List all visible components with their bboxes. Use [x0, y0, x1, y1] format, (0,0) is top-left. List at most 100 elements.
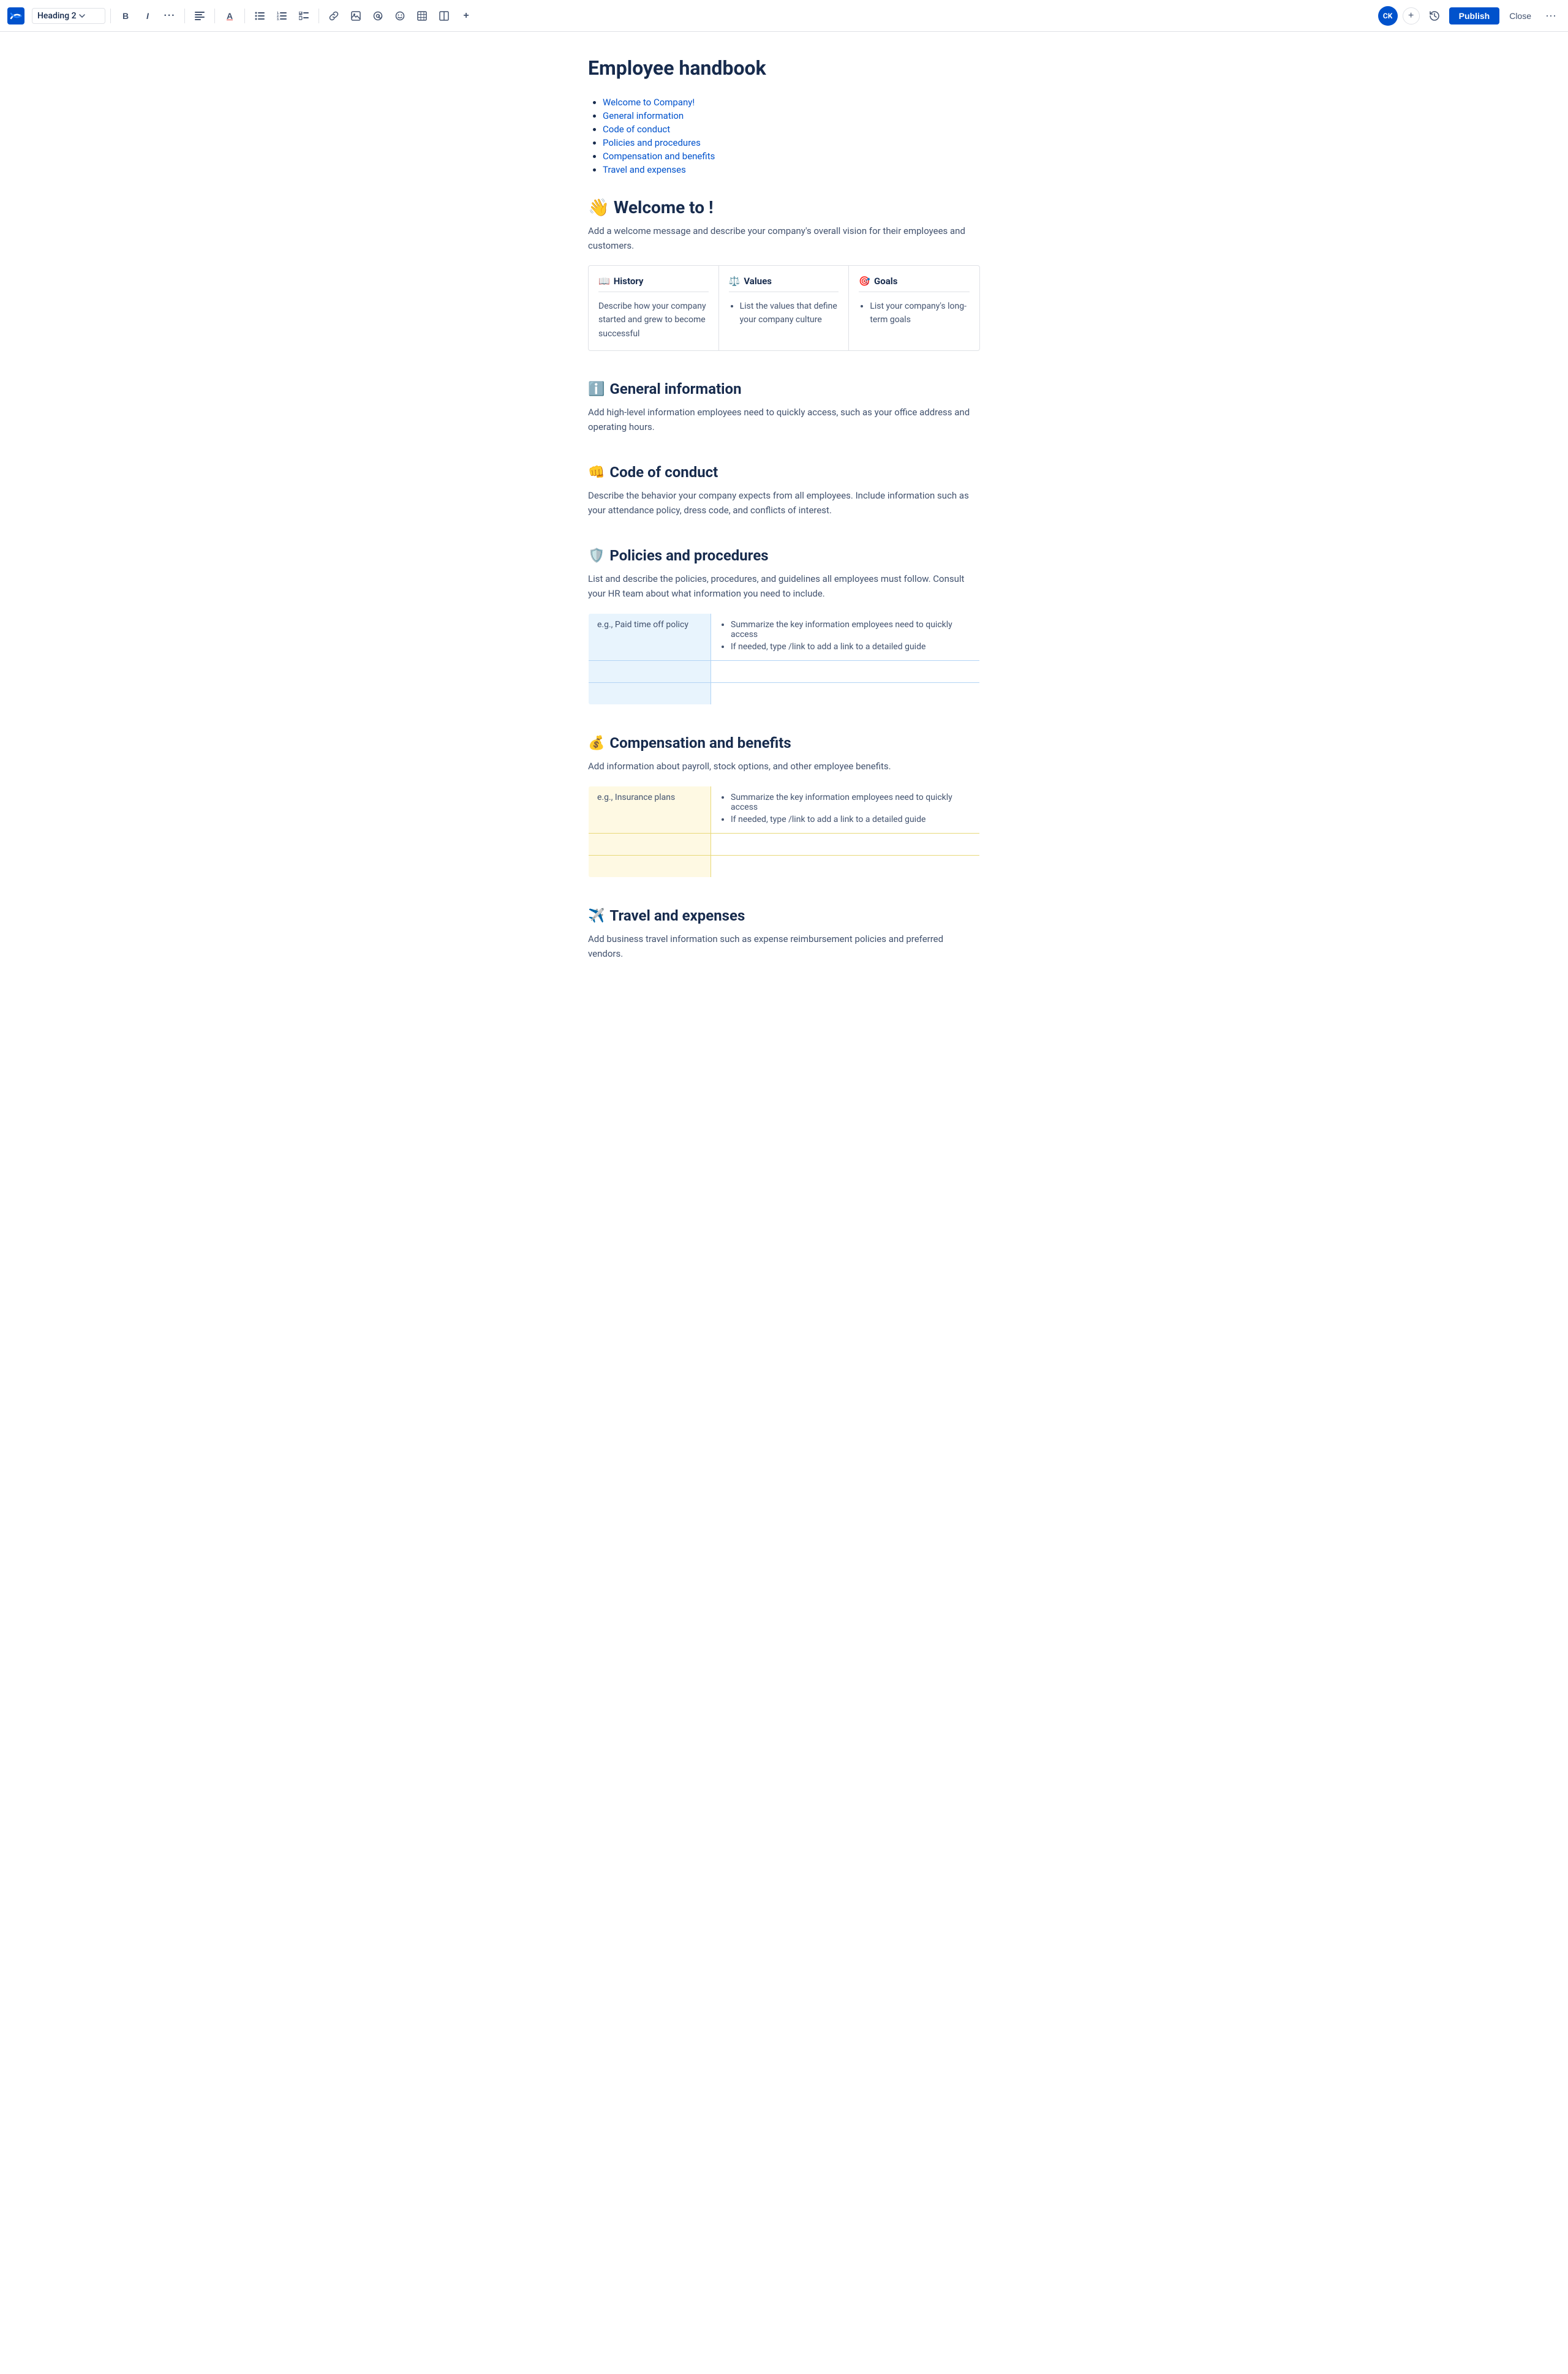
goals-item-1: List your company's long-term goals — [870, 300, 970, 327]
italic-button[interactable]: I — [138, 6, 157, 26]
align-icon — [195, 12, 205, 20]
code-of-conduct-section: 👊 Code of conduct Describe the behavior … — [588, 464, 980, 518]
add-collaborator-button[interactable]: + — [1403, 7, 1420, 24]
toolbar-divider-3 — [214, 9, 215, 23]
compensation-emoji: 💰 — [588, 736, 605, 751]
align-button[interactable] — [190, 6, 209, 26]
travel-heading: ✈️ Travel and expenses — [588, 907, 980, 924]
values-card-body: List the values that define your company… — [729, 300, 839, 327]
policy-table-left-1: e.g., Paid time off policy — [589, 614, 711, 661]
compensation-section: 💰 Compensation and benefits Add informat… — [588, 734, 980, 878]
compensation-description: Add information about payroll, stock opt… — [588, 759, 980, 774]
policy-table-left-2 — [589, 661, 711, 683]
chevron-down-icon — [79, 14, 85, 18]
layout-icon — [439, 11, 449, 21]
history-emoji: 📖 — [598, 276, 610, 287]
benefits-table-right-1: Summarize the key information employees … — [711, 786, 980, 834]
general-information-section: ℹ️ General information Add high-level in… — [588, 380, 980, 434]
table-of-contents: Welcome to Company! General information … — [588, 97, 980, 175]
table-button[interactable] — [412, 6, 432, 26]
general-info-emoji: ℹ️ — [588, 382, 605, 397]
code-of-conduct-heading: 👊 Code of conduct — [588, 464, 980, 481]
policies-table: e.g., Paid time off policy Summarize the… — [588, 613, 980, 705]
bullet-list-button[interactable] — [250, 6, 270, 26]
benefits-table-row-1: e.g., Insurance plans Summarize the key … — [589, 786, 980, 834]
heading-selector-label: Heading 2 — [37, 11, 77, 21]
history-card-body: Describe how your company started and gr… — [598, 300, 709, 341]
goals-card-title: 🎯 Goals — [859, 276, 970, 292]
welcome-emoji: 👋 — [588, 197, 609, 217]
code-of-conduct-emoji: 👊 — [588, 465, 605, 480]
policy-item-1: Summarize the key information employees … — [731, 620, 971, 639]
heading-selector[interactable]: Heading 2 — [32, 8, 105, 24]
benefits-table-row-3 — [589, 856, 980, 878]
policy-table-row-3 — [589, 683, 980, 705]
text-color-button[interactable]: A — [220, 6, 239, 26]
history-card: 📖 History Describe how your company star… — [589, 266, 719, 350]
insert-button[interactable]: + — [456, 6, 476, 26]
toolbar-divider-5 — [318, 9, 319, 23]
compensation-heading: 💰 Compensation and benefits — [588, 734, 980, 752]
toc-link-general[interactable]: General information — [603, 110, 684, 121]
benefits-item-1: Summarize the key information employees … — [731, 793, 971, 812]
welcome-cards-grid: 📖 History Describe how your company star… — [588, 265, 980, 351]
more-format-button[interactable]: ··· — [160, 6, 179, 26]
policy-table-row-1: e.g., Paid time off policy Summarize the… — [589, 614, 980, 661]
bullet-list-icon — [255, 12, 265, 20]
policy-item-2: If needed, type /link to add a link to a… — [731, 642, 971, 652]
policies-section: 🛡️ Policies and procedures List and desc… — [588, 547, 980, 705]
mention-button[interactable] — [368, 6, 388, 26]
benefits-table-left-2 — [589, 834, 711, 856]
policy-table-row-2 — [589, 661, 980, 683]
benefits-table-left-3 — [589, 856, 711, 878]
code-of-conduct-description: Describe the behavior your company expec… — [588, 488, 980, 518]
policy-table-right-2 — [711, 661, 980, 683]
general-info-heading: ℹ️ General information — [588, 380, 980, 398]
benefits-table-row-2 — [589, 834, 980, 856]
values-emoji: ⚖️ — [729, 276, 741, 287]
policy-table-right-3 — [711, 683, 980, 705]
policy-table-left-3 — [589, 683, 711, 705]
more-options-button[interactable]: ··· — [1541, 6, 1561, 26]
welcome-section: 👋 Welcome to ! Add a welcome message and… — [588, 197, 980, 351]
link-button[interactable] — [324, 6, 344, 26]
toc-link-compensation[interactable]: Compensation and benefits — [603, 151, 715, 162]
goals-emoji: 🎯 — [859, 276, 870, 287]
welcome-description: Add a welcome message and describe your … — [588, 224, 980, 253]
values-item-1: List the values that define your company… — [740, 300, 839, 327]
toc-item-policies: Policies and procedures — [603, 137, 980, 148]
mention-icon — [373, 11, 383, 21]
toc-item-conduct: Code of conduct — [603, 124, 980, 135]
compensation-table: e.g., Insurance plans Summarize the key … — [588, 786, 980, 878]
policies-emoji: 🛡️ — [588, 548, 605, 563]
emoji-icon — [395, 11, 405, 21]
general-info-description: Add high-level information employees nee… — [588, 405, 980, 434]
toc-item-compensation: Compensation and benefits — [603, 151, 980, 162]
toc-link-welcome[interactable]: Welcome to Company! — [603, 97, 695, 108]
history-button[interactable] — [1425, 6, 1444, 26]
travel-emoji: ✈️ — [588, 908, 605, 924]
image-button[interactable] — [346, 6, 366, 26]
history-card-title: 📖 History — [598, 276, 709, 292]
policies-description: List and describe the policies, procedur… — [588, 571, 980, 601]
toc-link-conduct[interactable]: Code of conduct — [603, 124, 670, 135]
bold-button[interactable]: B — [116, 6, 135, 26]
toc-link-policies[interactable]: Policies and procedures — [603, 137, 701, 148]
publish-button[interactable]: Publish — [1449, 7, 1500, 24]
values-card-title: ⚖️ Values — [729, 276, 839, 292]
benefits-table-left-1: e.g., Insurance plans — [589, 786, 711, 834]
policy-table-right-1: Summarize the key information employees … — [711, 614, 980, 661]
history-icon — [1429, 10, 1440, 21]
confluence-logo — [7, 7, 24, 24]
task-list-button[interactable] — [294, 6, 314, 26]
benefits-table-right-3 — [711, 856, 980, 878]
values-card: ⚖️ Values List the values that define yo… — [719, 266, 850, 350]
layout-button[interactable] — [434, 6, 454, 26]
toc-link-travel[interactable]: Travel and expenses — [603, 164, 686, 175]
numbered-list-icon: 1. 2. 3. — [277, 12, 287, 20]
task-icon — [299, 12, 309, 20]
numbered-list-button[interactable]: 1. 2. 3. — [272, 6, 292, 26]
close-button[interactable]: Close — [1504, 7, 1536, 24]
page-title: Employee handbook — [588, 56, 980, 80]
emoji-button[interactable] — [390, 6, 410, 26]
